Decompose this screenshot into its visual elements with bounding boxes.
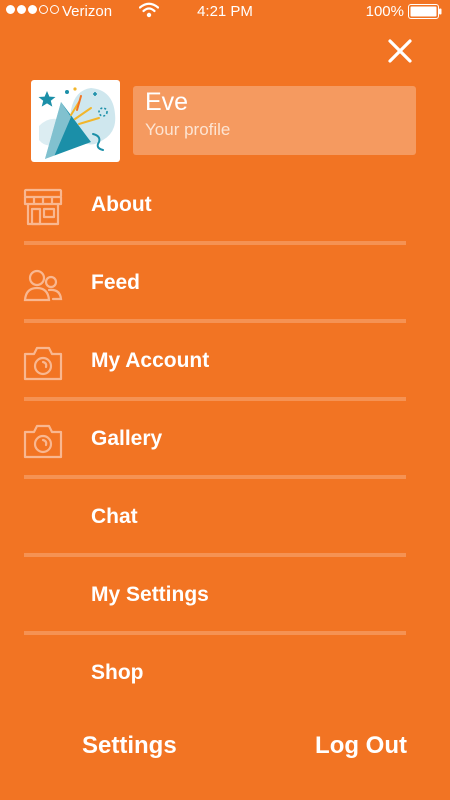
menu-item-shop[interactable]: Shop <box>0 635 450 713</box>
profile-card[interactable]: Eve Your profile <box>133 86 416 155</box>
profile-name: Eve <box>145 88 189 116</box>
battery-percentage: 100% <box>365 3 404 20</box>
menu-item-gallery[interactable]: Gallery <box>0 401 450 479</box>
profile-subtitle: Your profile <box>145 120 231 139</box>
camera-icon <box>23 346 63 381</box>
avatar[interactable] <box>31 80 120 162</box>
log-out-button[interactable]: Log Out <box>315 732 407 760</box>
settings-button[interactable]: Settings <box>82 732 177 760</box>
menu-item-label: My Account <box>91 349 210 372</box>
menu-list: About Feed My Account Gallery Chat My Se… <box>0 167 450 713</box>
menu-item-label: Chat <box>91 505 138 528</box>
camera-icon <box>23 424 63 459</box>
close-button[interactable] <box>383 34 417 68</box>
menu-item-feed[interactable]: Feed <box>0 245 450 323</box>
menu-item-label: Shop <box>91 661 144 684</box>
menu-item-my-account[interactable]: My Account <box>0 323 450 401</box>
menu-item-about[interactable]: About <box>0 167 450 245</box>
menu-item-my-settings[interactable]: My Settings <box>0 557 450 635</box>
menu-item-label: Gallery <box>91 427 163 450</box>
menu-item-label: About <box>91 193 152 216</box>
storefront-icon <box>23 188 63 226</box>
menu-item-chat[interactable]: Chat <box>0 479 450 557</box>
status-bar: Verizon 4:21 PM 100% <box>0 0 450 24</box>
menu-item-label: Feed <box>91 271 141 294</box>
party-popper-icon <box>38 87 116 159</box>
menu-item-label: My Settings <box>91 583 209 606</box>
battery-icon <box>408 4 442 19</box>
users-icon <box>23 269 63 302</box>
close-icon <box>388 39 412 63</box>
